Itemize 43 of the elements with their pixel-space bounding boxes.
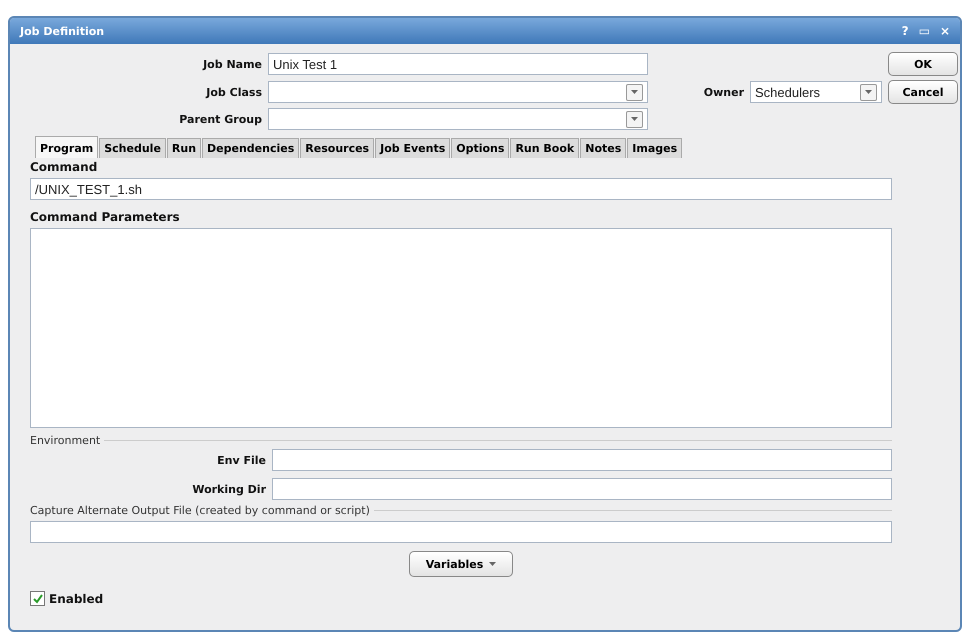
field-label: Job Name [202, 58, 262, 70]
input-field[interactable]: Unix Test 1 [268, 53, 648, 75]
caret-icon [631, 117, 638, 121]
variables-button[interactable]: Variables [408, 551, 514, 577]
checkbox-label: Enabled [49, 592, 104, 606]
ok-button[interactable]: OK [888, 52, 958, 76]
dropdown-button[interactable] [860, 84, 877, 100]
dropdown-field[interactable] [268, 108, 648, 130]
dropdown-field[interactable]: Schedulers [750, 81, 882, 103]
check-icon [32, 594, 42, 604]
tab[interactable]: Program [35, 136, 98, 158]
tab[interactable]: Images [627, 138, 682, 158]
window-control[interactable]: ▭ [918, 24, 930, 38]
field-label: Owner [702, 86, 744, 98]
dropdown-button[interactable] [626, 84, 643, 100]
tab[interactable]: Run Book [510, 138, 580, 158]
tab[interactable]: Notes [580, 138, 626, 158]
input-field[interactable] [30, 521, 892, 543]
group-label: Capture Alternate Output File (created by command or script) [30, 504, 370, 517]
checkbox[interactable] [30, 591, 45, 606]
dropdown-button[interactable] [626, 110, 643, 128]
input-field[interactable] [272, 478, 892, 500]
dropdown-field[interactable] [268, 81, 648, 103]
caret-icon [865, 90, 872, 94]
tab[interactable]: Resources [300, 138, 374, 158]
caret-icon [489, 562, 496, 566]
tab[interactable]: Job Events [375, 138, 450, 158]
section-label: Command Parameters [30, 210, 181, 224]
field-label: Env File [216, 454, 266, 466]
window-title: Job Definition [20, 24, 106, 38]
input-field[interactable]: /UNIX_TEST_1.sh [30, 178, 892, 200]
cancel-button[interactable]: Cancel [888, 80, 958, 104]
input-field[interactable] [272, 449, 892, 471]
caret-icon [631, 90, 638, 94]
field-label: Parent Group [178, 112, 262, 126]
field-label: Working Dir [191, 482, 266, 496]
section-label: Command [30, 160, 98, 174]
group-label: Environment [30, 434, 100, 447]
tab[interactable]: Dependencies [202, 138, 300, 158]
tab[interactable]: Options [451, 138, 510, 158]
field-label: Job Class [204, 86, 262, 98]
tab[interactable]: Run [166, 138, 202, 158]
tab[interactable]: Schedule [99, 138, 166, 158]
